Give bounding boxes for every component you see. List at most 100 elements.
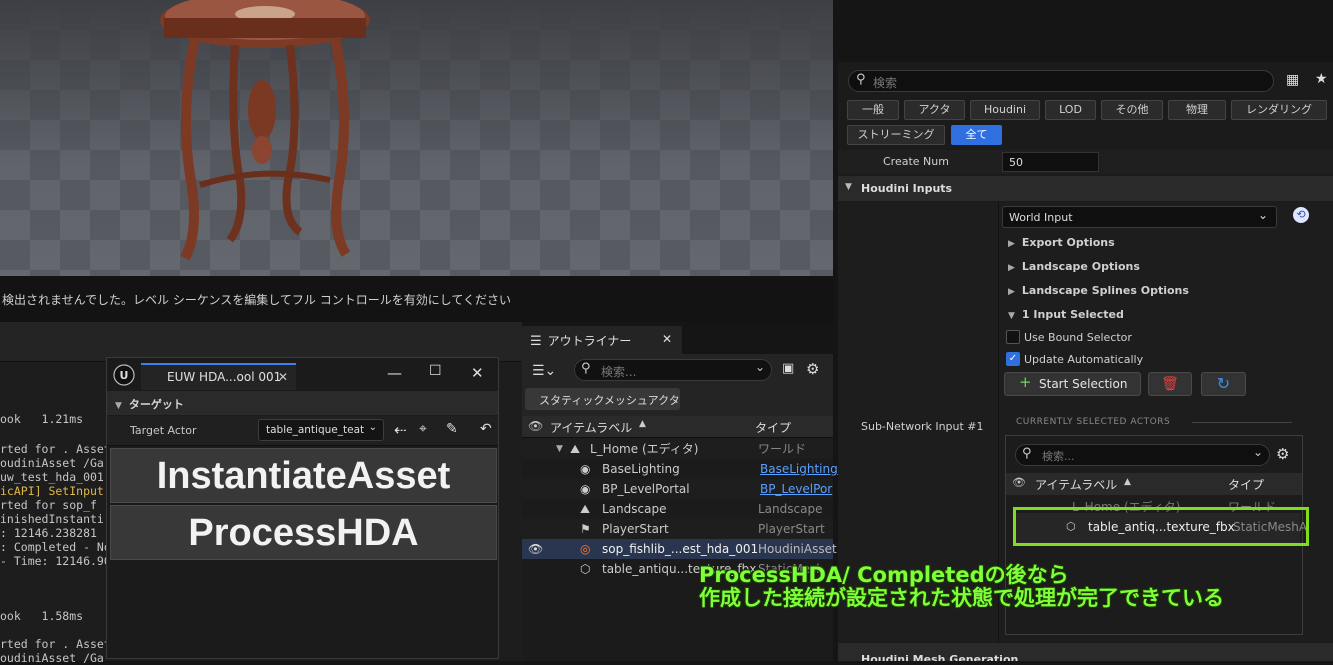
static-mesh-filter-chip[interactable]: スタティックメッシュアクタ <box>525 388 680 410</box>
close-tab-icon[interactable]: ✕ <box>662 332 672 346</box>
refresh-icon[interactable]: ↻ <box>1201 372 1246 396</box>
log-line: : 12146.238281 <box>0 526 97 540</box>
tab-rendering[interactable]: レンダリング <box>1231 100 1327 120</box>
create-num-label: Create Num <box>883 155 949 168</box>
use-bound-selector-checkbox[interactable] <box>1006 330 1020 344</box>
gear-icon[interactable]: ⚙ <box>806 360 819 378</box>
target-section-header[interactable]: ▼ ターゲット <box>107 391 498 415</box>
inner-search[interactable]: ⚲ 検索... ⌄ <box>1015 444 1270 466</box>
use-selected-icon[interactable]: ⇠ <box>394 421 407 439</box>
update-automatically-checkbox[interactable]: ✓ <box>1006 352 1020 366</box>
details-search-placeholder: 検索 <box>873 76 898 90</box>
outliner-tab[interactable]: ☰ アウトライナー ✕ <box>522 326 682 354</box>
outliner-row-world[interactable]: ▼ ⛰ L_Home (エディタ) ワールド <box>522 439 833 459</box>
sequencer-message: 検出されませんでした。レベル シーケンスを編集してフル コントロールを有効にして… <box>0 276 833 322</box>
inner-col-label[interactable]: アイテムラベル <box>1035 476 1117 493</box>
process-hda-button[interactable]: ProcessHDA <box>110 505 497 560</box>
minimize-icon[interactable]: — <box>387 364 402 382</box>
row-type-link[interactable]: BaseLighting <box>760 459 838 479</box>
output-log-header <box>0 322 522 362</box>
log-line: inishedInstanti <box>0 512 104 526</box>
outliner-row[interactable]: ◉ BaseLighting BaseLighting <box>522 459 838 479</box>
eye-icon[interactable]: 👁 <box>528 539 543 559</box>
close-window-icon[interactable]: ✕ <box>471 364 484 382</box>
tab-misc[interactable]: その他 <box>1101 100 1163 120</box>
annotation-text: ProcessHDA/ Completedの後なら 作成した接続が設定された状態… <box>699 564 1319 610</box>
add-folder-icon[interactable]: ▣ <box>782 361 794 376</box>
level-viewport[interactable] <box>0 0 833 276</box>
houdini-inputs-label: Houdini Inputs <box>861 182 953 195</box>
static-mesh-icon: ⬡ <box>580 562 591 576</box>
annotation-line-1: ProcessHDA/ Completedの後なら <box>699 563 1069 587</box>
houdini-inputs-header[interactable]: ▼ Houdini Inputs <box>838 176 1333 201</box>
gear-icon[interactable]: ⚙ <box>1276 445 1289 463</box>
reset-icon[interactable]: ↶ <box>480 421 492 437</box>
maximize-icon[interactable]: ☐ <box>429 363 442 379</box>
player-start-icon: ⚑ <box>580 522 591 536</box>
export-options-label: Export Options <box>1021 236 1115 249</box>
tab-general[interactable]: 一般 <box>847 100 899 120</box>
row-type: HoudiniAsset <box>758 542 837 556</box>
tab-streaming[interactable]: ストリーミング <box>847 125 945 145</box>
annotation-line-2: 作成した接続が設定された状態で処理が完了できている <box>699 586 1224 610</box>
export-options-row[interactable]: ▶ Export Options <box>1008 236 1115 249</box>
chevron-down-icon: ⌄ <box>754 360 765 374</box>
reset-input-icon[interactable]: ⟲ <box>1293 207 1309 223</box>
tab-lod[interactable]: LOD <box>1045 100 1096 120</box>
close-tab-icon[interactable]: ✕ <box>278 370 288 384</box>
input-type-dropdown[interactable]: World Input ⌄ <box>1002 206 1277 228</box>
currently-selected-label: CURRENTLY SELECTED ACTORS <box>1016 417 1171 427</box>
details-search[interactable]: ⚲ 検索 <box>848 70 1274 92</box>
eye-icon[interactable]: 👁 <box>1012 476 1026 489</box>
row-label: BaseLighting <box>602 462 680 476</box>
inner-col-type[interactable]: タイプ <box>1228 476 1264 493</box>
outliner-tabbar: ☰ アウトライナー ✕ <box>522 322 833 354</box>
log-line: icAPI] SetInput <box>0 484 104 498</box>
outliner-search[interactable]: ⚲ 検索... ⌄ <box>574 359 772 381</box>
start-selection-button[interactable]: + Start Selection <box>1004 372 1141 396</box>
star-icon[interactable]: ★ <box>1315 71 1328 87</box>
delete-icon[interactable]: 🗑 <box>1148 372 1192 396</box>
tab-all[interactable]: 全て <box>951 125 1002 145</box>
euw-tab[interactable]: EUW HDA...ool 001 ✕ <box>141 363 296 390</box>
outliner-row[interactable]: ⛰ Landscape Landscape <box>522 499 833 519</box>
sort-up-icon: ▲ <box>639 419 646 429</box>
outliner-row-selected[interactable]: 👁 ◎ sop_fishlib_...est_hda_001 HoudiniAs… <box>522 539 837 559</box>
outliner-row[interactable]: ◉ BP_LevelPortal BP_LevelPor <box>522 479 833 499</box>
antique-table-mesh <box>160 0 370 261</box>
instantiate-asset-button[interactable]: InstantiateAsset <box>110 448 497 503</box>
outliner-tab-label: アウトライナー <box>547 334 632 348</box>
tab-physics[interactable]: 物理 <box>1168 100 1226 120</box>
target-actor-label: Target Actor <box>130 424 197 437</box>
log-line: - Time: 12146.90 <box>0 554 111 568</box>
tab-houdini[interactable]: Houdini <box>970 100 1040 120</box>
target-actor-dropdown[interactable]: table_antique_teat ⌄ <box>258 419 384 441</box>
landscape-options-row[interactable]: ▶ Landscape Options <box>1008 260 1140 273</box>
euw-titlebar[interactable]: U EUW HDA...ool 001 ✕ — ☐ ✕ <box>107 358 498 390</box>
row-type-link[interactable]: BP_LevelPor <box>760 479 832 499</box>
log-line: oudiniAsset /Ga <box>0 651 104 665</box>
eyedropper-icon[interactable]: ✎ <box>446 421 458 437</box>
editor-utility-window[interactable]: U EUW HDA...ool 001 ✕ — ☐ ✕ ▼ ターゲット Targe… <box>106 357 499 659</box>
log-line: ook 1.21ms <box>0 412 84 426</box>
col-item-label[interactable]: アイテムラベル <box>550 419 632 436</box>
create-num-input[interactable]: 50 <box>1002 152 1099 172</box>
col-type[interactable]: タイプ <box>755 419 791 436</box>
input-selected-row[interactable]: ▼ 1 Input Selected <box>1008 308 1124 321</box>
log-line: rted for sop_f <box>0 498 97 512</box>
row-label: BP_LevelPortal <box>602 482 690 496</box>
houdini-mesh-generation-header[interactable]: Houdini Mesh Generation <box>838 643 1333 661</box>
grid-view-icon[interactable]: ▦ <box>1286 72 1299 88</box>
filter-icon[interactable]: ☰⌄ <box>532 363 556 379</box>
outliner-toolbar: ☰⌄ ⚲ 検索... ⌄ ▣ ⚙ スタティックメッシュアクタ <box>522 354 833 416</box>
tab-actor[interactable]: アクタ <box>904 100 965 120</box>
landscape-splines-row[interactable]: ▶ Landscape Splines Options <box>1008 284 1189 297</box>
outliner-row[interactable]: ⚑ PlayerStart PlayerStart <box>522 519 833 539</box>
eye-icon[interactable]: 👁 <box>528 419 543 433</box>
actor-icon: ◉ <box>580 482 591 496</box>
svg-text:U: U <box>120 369 129 382</box>
bottom-section-label: Houdini Mesh Generation <box>861 653 1019 661</box>
subnetwork-input-label: Sub-Network Input #1 <box>861 420 984 433</box>
expand-arrow-icon: ▼ <box>556 444 563 454</box>
browse-icon[interactable]: ⌖ <box>419 421 427 437</box>
